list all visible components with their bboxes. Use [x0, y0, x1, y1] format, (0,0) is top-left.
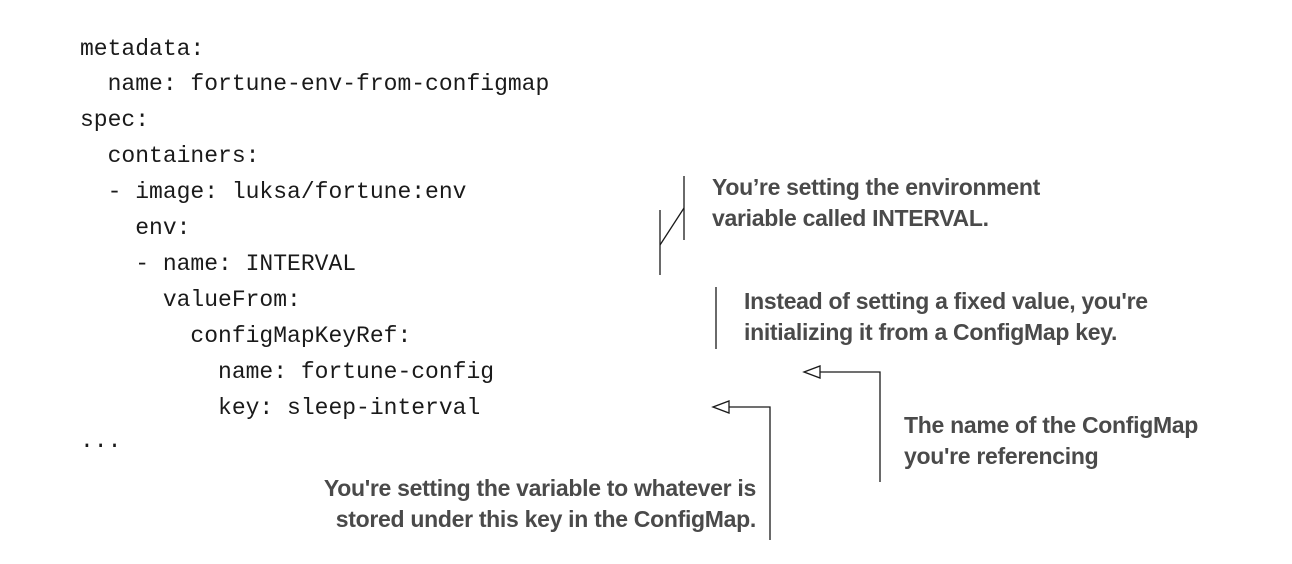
env-var-bracket-slash: [659, 207, 685, 246]
annotation-text: The name of the ConfigMap: [904, 412, 1199, 438]
annotation-configmap-name: The name of the ConfigMap you're referen…: [904, 410, 1198, 472]
configmap-name-connector: [818, 371, 881, 482]
annotation-value-from: Instead of setting a fixed value, you're…: [744, 286, 1148, 348]
configmap-name-arrowhead: [802, 365, 821, 379]
annotation-configmap-key: You're setting the variable to whatever …: [180, 473, 756, 535]
annotation-text: you're referencing: [904, 443, 1099, 469]
annotation-text: variable called INTERVAL.: [712, 205, 989, 231]
annotation-text: Instead of setting a fixed value, you're: [744, 288, 1148, 314]
annotation-text: You’re setting the environment: [712, 174, 1040, 200]
annotation-text: You're setting the variable to whatever …: [323, 475, 756, 501]
annotation-env-var: You’re setting the environment variable …: [712, 172, 1040, 234]
configmap-key-arrowhead: [711, 400, 730, 414]
annotation-text: initializing it from a ConfigMap key.: [744, 319, 1118, 345]
annotation-text: stored under this key in the ConfigMap.: [335, 506, 757, 532]
